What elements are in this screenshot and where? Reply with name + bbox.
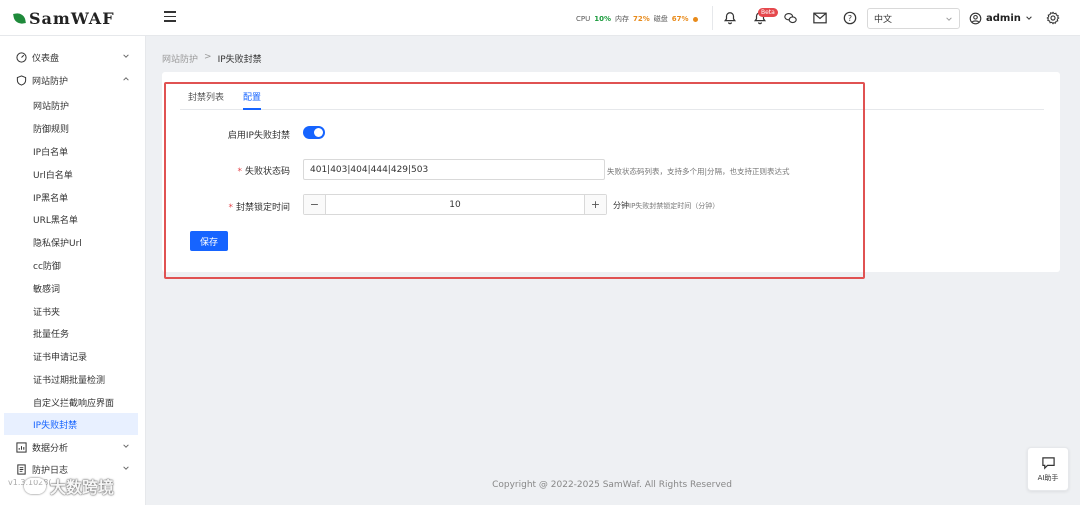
- sidebar-item-label: IP黑名单: [33, 193, 69, 204]
- chevron-up-icon: [123, 77, 129, 81]
- sidebar-group-protection[interactable]: 网站防护: [0, 69, 145, 91]
- sidebar-item-defense-rules[interactable]: 防御规则: [4, 117, 138, 139]
- help-icon[interactable]: ?: [842, 10, 858, 26]
- sidebar-item-cc-defense[interactable]: cc防御: [4, 254, 138, 276]
- chevron-down-icon: [123, 466, 129, 470]
- sidebar-item-label: 证书夹: [33, 307, 61, 318]
- sidebar-group-data-analysis[interactable]: 数据分析: [0, 436, 145, 458]
- leaf-icon: [13, 11, 26, 25]
- sidebar-item-url-blacklist[interactable]: URL黑名单: [4, 208, 138, 230]
- wechat-icon[interactable]: [782, 10, 798, 26]
- sidebar-item-label: 敏感词: [33, 284, 61, 295]
- beta-badge: Beta: [758, 8, 778, 17]
- sidebar-group-dashboard[interactable]: 仪表盘: [0, 46, 145, 68]
- disk-value: 67%: [671, 15, 689, 23]
- username: admin: [986, 12, 1021, 24]
- sidebar-item-label: URL黑名单: [33, 215, 78, 226]
- breadcrumb: 网站防护 > IP失败封禁: [162, 52, 262, 65]
- cpu-value: 10%: [594, 15, 611, 23]
- sidebar-item-privacy-url[interactable]: 隐私保护Url: [4, 231, 138, 253]
- highlight-box: [164, 82, 865, 279]
- sidebar-item-label: 防御规则: [33, 124, 70, 135]
- ai-assistant-label: AI助手: [1037, 473, 1059, 482]
- sidebar-item-label: Url白名单: [33, 170, 73, 181]
- breadcrumb-parent[interactable]: 网站防护: [162, 52, 198, 65]
- chat-icon: [1041, 456, 1055, 470]
- breadcrumb-current: IP失败封禁: [217, 55, 262, 65]
- sidebar-item-label: 批量任务: [33, 329, 70, 340]
- sidebar-item-cert-folder[interactable]: 证书夹: [4, 300, 138, 322]
- sidebar-item-label: cc防御: [33, 261, 61, 272]
- sidebar-item-custom-block-page[interactable]: 自定义拦截响应界面: [4, 391, 138, 413]
- ai-assistant-button[interactable]: AI助手: [1027, 447, 1069, 491]
- sidebar-item-label: 证书过期批量检测: [33, 375, 106, 386]
- copyright: Copyright @ 2022-2025 SamWaf. All Rights…: [492, 480, 732, 490]
- mem-value: 72%: [633, 15, 650, 23]
- language-select[interactable]: 中文: [867, 8, 960, 29]
- mem-label: 内存: [615, 15, 629, 23]
- sidebar-group-label: 数据分析: [32, 443, 69, 454]
- mail-icon[interactable]: [812, 10, 828, 26]
- shield-icon: [16, 74, 27, 86]
- sidebar-item-ip-fail-ban[interactable]: IP失败封禁: [4, 413, 138, 435]
- chevron-down-icon: [123, 54, 129, 58]
- system-stats: CPU 10% 内存 72% 磁盘 67%: [576, 12, 698, 26]
- sidebar-item-ip-whitelist[interactable]: IP白名单: [4, 140, 138, 162]
- sidebar-item-label: 隐私保护Url: [33, 238, 82, 249]
- sidebar-item-site-protection[interactable]: 网站防护: [4, 94, 138, 116]
- logo-text: SamWAF: [29, 8, 115, 28]
- dashboard-icon: [16, 51, 27, 63]
- breadcrumb-separator: >: [204, 52, 212, 62]
- sidebar-item-label: IP失败封禁: [33, 420, 78, 431]
- sidebar-item-batch-tasks[interactable]: 批量任务: [4, 322, 138, 344]
- sidebar-item-sensitive-words[interactable]: 敏感词: [4, 277, 138, 299]
- sidebar-item-label: 证书申请记录: [33, 352, 88, 363]
- sidebar-item-label: 网站防护: [33, 101, 70, 112]
- sidebar-group-label: 网站防护: [32, 76, 69, 87]
- svg-text:?: ?: [848, 14, 852, 23]
- sidebar: 仪表盘 网站防护 网站防护 防御规则 IP白名单 Url白名单 IP黑名单 UR…: [0, 36, 146, 505]
- menu-toggle-icon[interactable]: [164, 11, 176, 23]
- sidebar-item-ip-blacklist[interactable]: IP黑名单: [4, 186, 138, 208]
- chevron-down-icon: [946, 16, 952, 21]
- status-dot: [692, 16, 698, 22]
- sidebar-item-label: IP白名单: [33, 147, 69, 158]
- sidebar-item-cert-apply-log[interactable]: 证书申请记录: [4, 345, 138, 367]
- log-icon: [17, 463, 26, 475]
- disk-label: 磁盘: [653, 15, 668, 23]
- sidebar-group-label: 仪表盘: [32, 53, 60, 64]
- bell-icon[interactable]: [722, 10, 738, 26]
- chevron-down-icon: [123, 444, 129, 448]
- app-logo[interactable]: SamWAF: [13, 7, 115, 29]
- sidebar-item-label: 自定义拦截响应界面: [33, 398, 115, 409]
- settings-gear-icon[interactable]: [1045, 10, 1061, 26]
- cpu-label: CPU: [576, 15, 591, 23]
- sidebar-item-url-whitelist[interactable]: Url白名单: [4, 163, 138, 185]
- user-menu[interactable]: admin: [969, 10, 1033, 26]
- sidebar-item-cert-expiry-check[interactable]: 证书过期批量检测: [4, 368, 138, 390]
- chevron-down-icon: [1026, 16, 1032, 20]
- header-divider: [712, 6, 713, 30]
- language-value: 中文: [874, 15, 893, 25]
- top-header: SamWAF CPU 10% 内存 72% 磁盘 67% Beta ? 中文 a…: [0, 0, 1080, 36]
- chart-icon: [16, 441, 27, 453]
- user-icon: [969, 12, 982, 24]
